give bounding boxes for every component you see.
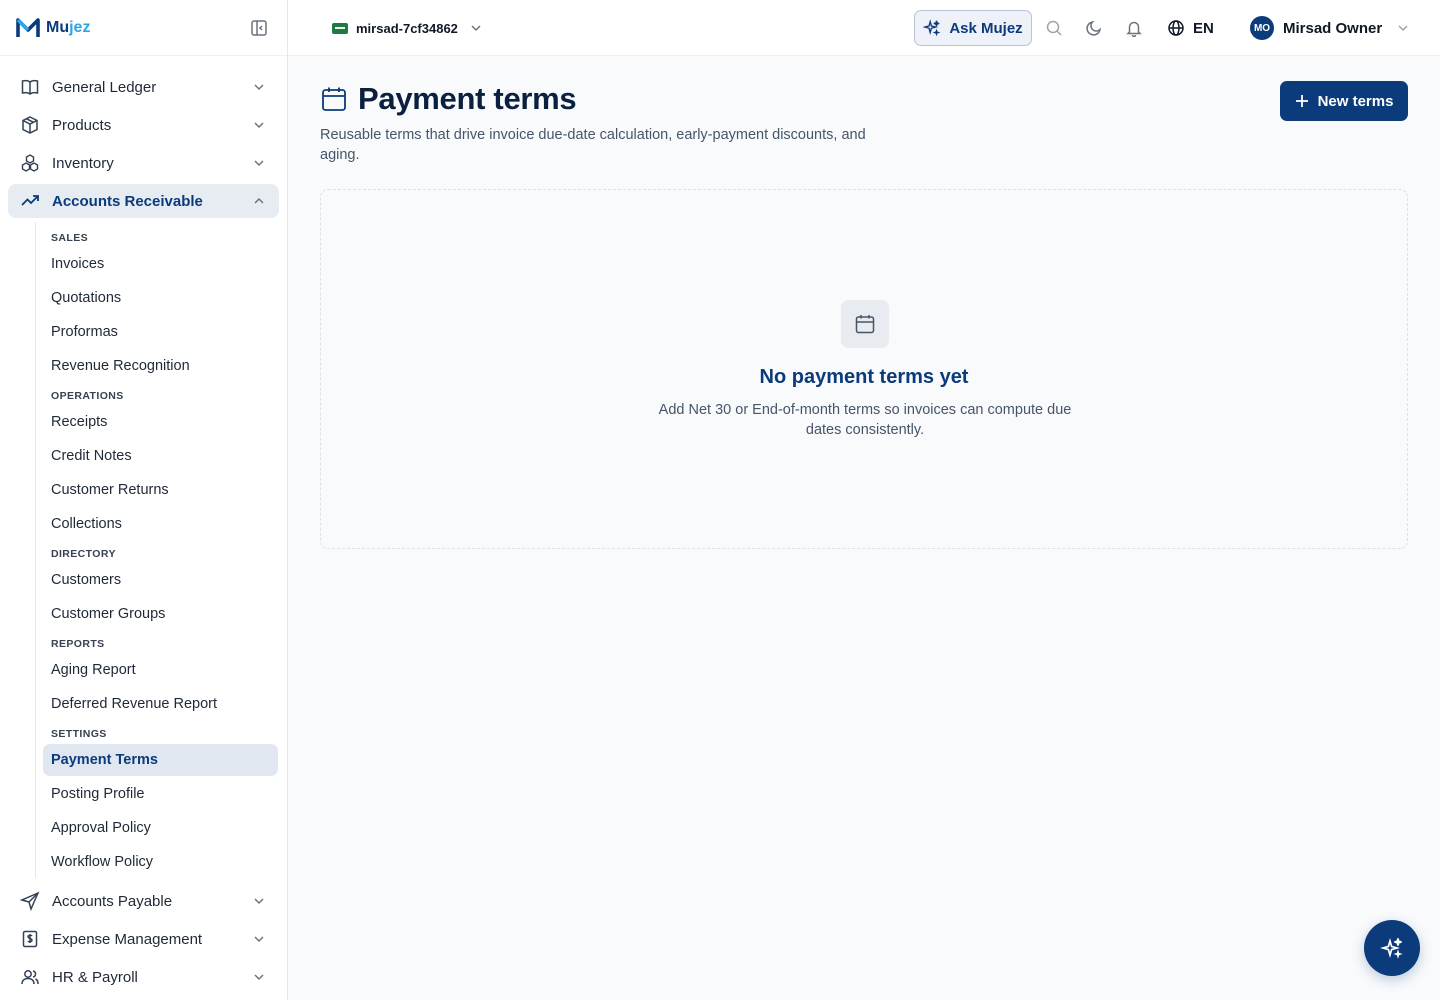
sidebar-item-label: Accounts Payable [52, 892, 173, 910]
plus-icon [1295, 95, 1308, 107]
bell-icon[interactable] [1125, 19, 1143, 37]
chevron-down-icon [471, 25, 481, 32]
sidebar-item-general-ledger[interactable]: General Ledger [8, 70, 279, 104]
book-icon [21, 79, 39, 95]
moon-icon[interactable] [1085, 19, 1103, 37]
ask-mujez-label: Ask Mujez [949, 19, 1023, 37]
sidebar-item-label: HR & Payroll [52, 968, 138, 986]
sidebar-item-invoices[interactable]: Invoices [43, 248, 278, 280]
sparkles-icon [923, 19, 941, 37]
language-switcher[interactable]: EN [1167, 16, 1214, 40]
user-name: Mirsad Owner [1283, 19, 1383, 37]
box-icon [22, 116, 38, 134]
sidebar-item-deferred-revenue-report[interactable]: Deferred Revenue Report [43, 688, 278, 720]
sidebar-collapse-icon[interactable] [250, 19, 268, 37]
sidebar-item-label: General Ledger [52, 78, 157, 96]
sidebar-item-label: Accounts Receivable [52, 192, 203, 210]
sidebar-item-accounts-payable[interactable]: Accounts Payable [8, 884, 279, 918]
sidebar-item-workflow-policy[interactable]: Workflow Policy [43, 846, 278, 878]
language-code: EN [1193, 19, 1214, 37]
page-description: Reusable terms that drive invoice due-da… [320, 127, 866, 163]
ask-mujez-button[interactable]: Ask Mujez [914, 10, 1032, 46]
sidebar-item-receipts[interactable]: Receipts [43, 406, 278, 438]
organization-switcher[interactable]: mirsad-7cf34862 [322, 14, 492, 42]
accounts-receivable-subnav: SALES Invoices Quotations Proformas Reve… [35, 222, 287, 878]
send-icon [20, 891, 40, 911]
sidebar-item-approval-policy[interactable]: Approval Policy [43, 812, 278, 844]
sparkles-icon [1380, 938, 1403, 959]
chevron-down-icon [254, 936, 264, 943]
search-icon[interactable] [1045, 19, 1063, 37]
sidebar-item-label: Products [52, 116, 112, 134]
avatar: MO [1250, 16, 1274, 40]
new-terms-button[interactable]: New terms [1280, 81, 1408, 121]
users-icon [21, 970, 39, 985]
globe-icon [1168, 20, 1184, 36]
chevron-down-icon [1398, 25, 1408, 32]
sidebar-item-inventory[interactable]: Inventory [8, 146, 279, 180]
sidebar-item-accounts-receivable[interactable]: Accounts Receivable [8, 184, 279, 218]
top-bar: mirsad-7cf34862 Ask Mujez EN MO Mirsad O… [288, 0, 1440, 56]
section-heading-reports: REPORTS [51, 638, 105, 650]
sidebar: Mujez General Ledger Products Inventory … [0, 0, 288, 1000]
logo[interactable]: Mujez [16, 17, 90, 39]
empty-state-title: No payment terms yet [759, 366, 969, 388]
sidebar-item-revenue-recognition[interactable]: Revenue Recognition [43, 350, 278, 382]
empty-state: No payment terms yet Add Net 30 or End-o… [320, 189, 1408, 549]
chevron-down-icon [254, 974, 264, 981]
sidebar-item-label: Inventory [52, 154, 114, 172]
user-menu[interactable]: MO Mirsad Owner [1250, 16, 1409, 40]
chevron-down-icon [254, 898, 264, 905]
sidebar-item-customers[interactable]: Customers [43, 564, 278, 596]
sidebar-item-posting-profile[interactable]: Posting Profile [43, 778, 278, 810]
sidebar-item-aging-report[interactable]: Aging Report [43, 654, 278, 686]
section-heading-directory: DIRECTORY [51, 548, 116, 560]
sidebar-nav: General Ledger Products Inventory Accoun… [0, 56, 287, 994]
sidebar-item-label: Expense Management [52, 930, 203, 948]
chevron-down-icon [254, 84, 264, 91]
trend-up-icon [21, 195, 39, 206]
calendar-icon [855, 315, 875, 334]
calendar-icon [322, 87, 346, 111]
brand: Mujez [0, 0, 287, 56]
empty-state-description: Add Net 30 or End-of-month terms so invo… [658, 402, 1072, 438]
chevron-down-icon [254, 160, 264, 167]
section-heading-operations: OPERATIONS [51, 390, 124, 402]
section-heading-settings: SETTINGS [51, 728, 107, 740]
empty-state-icon-container [841, 300, 889, 348]
organization-name: mirsad-7cf34862 [356, 20, 458, 36]
receipt-dollar-icon [22, 930, 38, 948]
sidebar-item-quotations[interactable]: Quotations [43, 282, 278, 314]
chevron-down-icon [254, 122, 264, 129]
sidebar-item-expense-management[interactable]: Expense Management [8, 922, 279, 956]
boxes-icon [21, 154, 39, 172]
ai-assistant-fab[interactable] [1364, 920, 1420, 976]
sidebar-item-customer-returns[interactable]: Customer Returns [43, 474, 278, 506]
sidebar-item-proformas[interactable]: Proformas [43, 316, 278, 348]
section-heading-sales: SALES [51, 232, 89, 244]
page-header: Payment terms [320, 81, 577, 117]
sidebar-item-customer-groups[interactable]: Customer Groups [43, 598, 278, 630]
page-title: Payment terms [358, 81, 577, 116]
chevron-up-icon [254, 197, 264, 204]
mujez-logo-icon [16, 17, 40, 37]
logo-text: Mujez [46, 18, 91, 36]
sidebar-item-products[interactable]: Products [8, 108, 279, 142]
new-terms-label: New terms [1317, 92, 1394, 110]
sidebar-item-payment-terms[interactable]: Payment Terms [43, 744, 278, 776]
sidebar-item-hr-payroll[interactable]: HR & Payroll [8, 960, 279, 994]
flag-icon [332, 22, 348, 34]
sidebar-item-collections[interactable]: Collections [43, 508, 278, 540]
sidebar-item-credit-notes[interactable]: Credit Notes [43, 440, 278, 472]
